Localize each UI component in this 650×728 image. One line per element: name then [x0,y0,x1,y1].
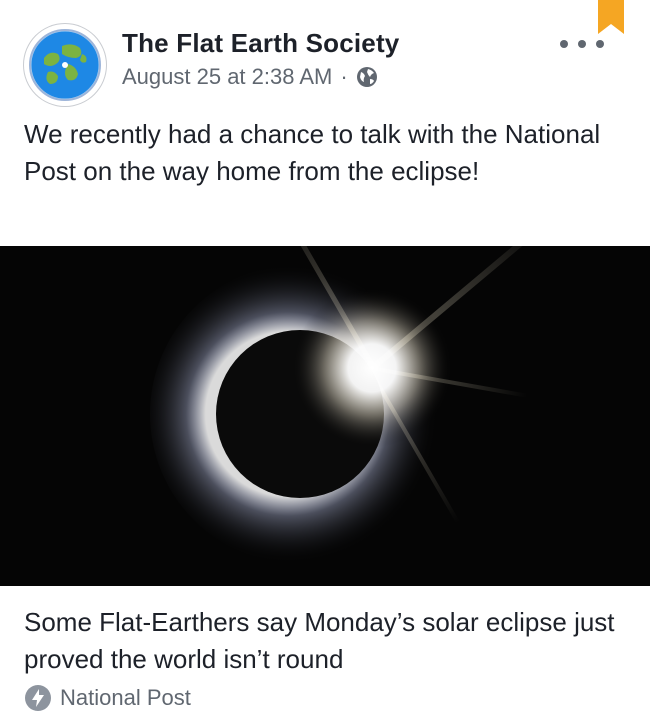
link-preview-source: National Post [24,684,191,712]
source-name: National Post [60,685,191,710]
flat-earth-logo-icon [25,25,105,105]
meta-separator: · [340,64,348,89]
post-timestamp[interactable]: August 25 at 2:38 AM [122,64,332,90]
page-avatar[interactable] [24,24,106,106]
bookmark-icon[interactable] [598,0,624,36]
post-meta: August 25 at 2:38 AM · [122,64,378,90]
instant-article-bolt-icon [25,685,51,711]
more-options-icon[interactable] [560,34,604,54]
link-preview-title[interactable]: Some Flat-Earthers say Monday’s solar ec… [24,604,624,678]
globe-icon[interactable] [356,66,378,88]
link-preview-image[interactable] [0,246,650,586]
page-name-link[interactable]: The Flat Earth Society [122,28,399,59]
post-text: We recently had a chance to talk with th… [24,119,601,186]
post-header: The Flat Earth Society August 25 at 2:38… [0,0,650,110]
